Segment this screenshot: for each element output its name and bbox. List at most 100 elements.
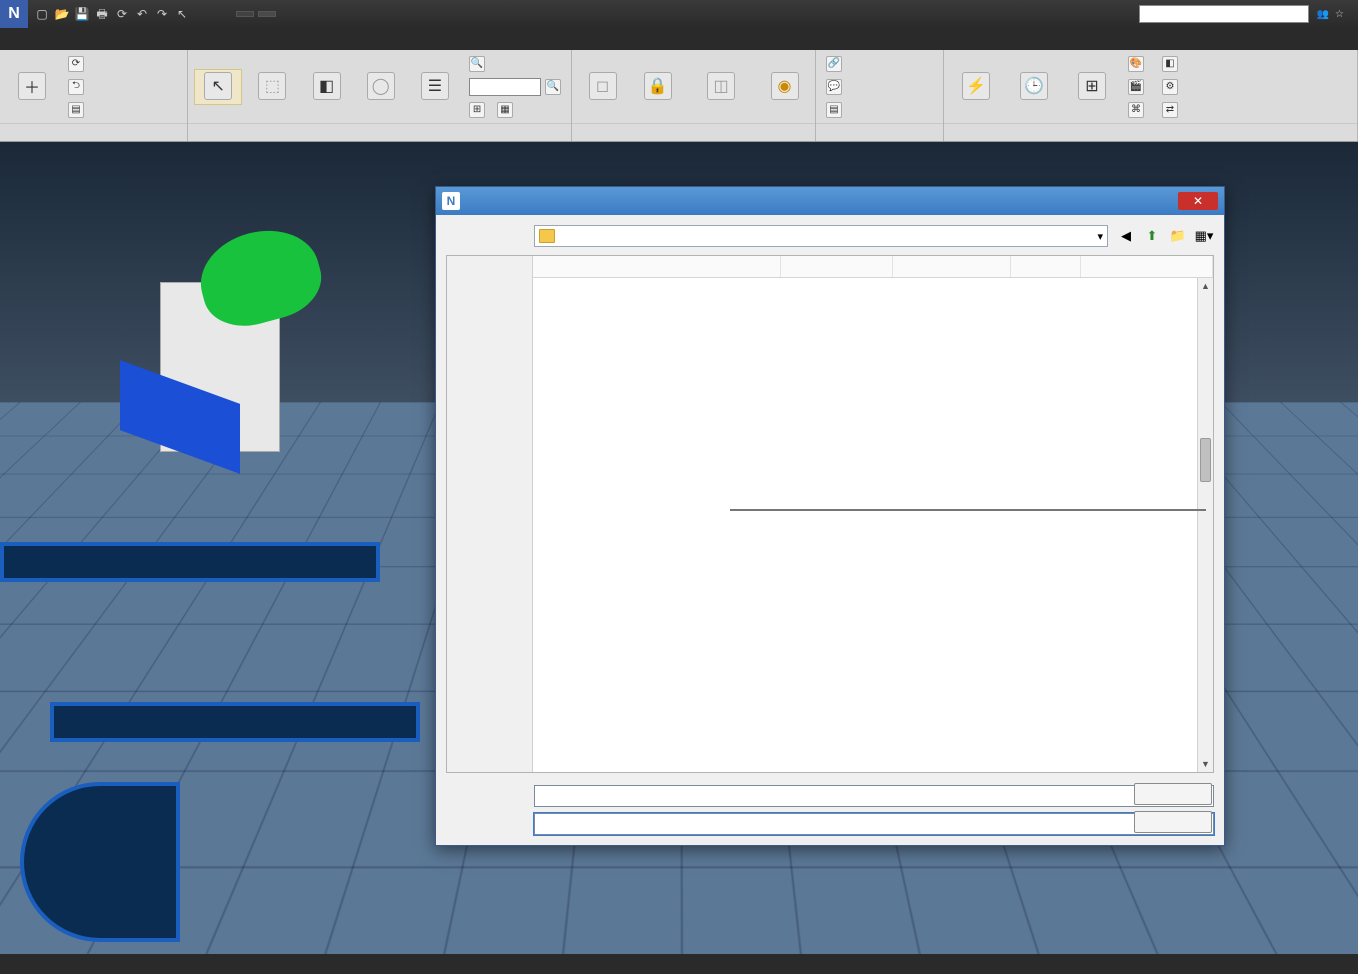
autodesk-rendering-button[interactable]: 🎨 bbox=[1124, 53, 1152, 75]
ribbon: ＋ ⟳ ⮌ ▤ ↖ ⬚ ◧ bbox=[0, 50, 1358, 142]
scroll-thumb[interactable] bbox=[1200, 438, 1211, 482]
lookin-combo[interactable]: ▾ bbox=[534, 225, 1108, 247]
dropdown-scrollbar[interactable] bbox=[1189, 510, 1205, 511]
infocenter-icon[interactable]: 👥 bbox=[1317, 9, 1329, 20]
panel-title-auswaehlen[interactable] bbox=[188, 123, 571, 141]
file-list: ▲ ▼ bbox=[533, 256, 1213, 772]
qat-refresh-icon[interactable]: ⟳ bbox=[114, 6, 130, 22]
col-date[interactable] bbox=[781, 256, 893, 277]
quant-icon: ⊞ bbox=[1078, 72, 1106, 100]
col-size[interactable] bbox=[1011, 256, 1081, 277]
chevron-down-icon[interactable]: ▾ bbox=[1097, 230, 1103, 243]
conveyor-2 bbox=[50, 702, 420, 742]
places-bar bbox=[447, 256, 533, 772]
scroll-up-icon[interactable]: ▲ bbox=[1198, 278, 1213, 294]
file-list-header[interactable] bbox=[533, 256, 1213, 278]
refresh-icon: ⟳ bbox=[68, 56, 84, 72]
schnelleigenschaften-button[interactable]: 💬 bbox=[822, 76, 850, 98]
panel-auswaehlen: ↖ ⬚ ◧ ◯ ☰ 🔍 🔍 ⊞▦ bbox=[188, 50, 572, 141]
filename-combo[interactable]: ▼ bbox=[534, 785, 1214, 807]
alles-auswaehlen-button[interactable]: ◧ bbox=[303, 70, 351, 104]
schnellsuche-input[interactable] bbox=[469, 78, 541, 96]
reset-icon: ⮌ bbox=[68, 79, 84, 95]
group-icon: ⊞ bbox=[469, 102, 485, 118]
verdecken-button: ◻ bbox=[578, 70, 627, 104]
viewmenu-icon[interactable]: ▦▾ bbox=[1194, 226, 1214, 246]
verknuepfungen-button[interactable]: 🔗 bbox=[822, 53, 850, 75]
filter-icon[interactable]: ▦ bbox=[497, 102, 513, 118]
tree-icon: ☰ bbox=[421, 72, 449, 100]
panel-sichtbarkeit: ◻ 🔒 ◫ ◉ bbox=[572, 50, 816, 141]
col-type[interactable] bbox=[893, 256, 1011, 277]
filetype-combo[interactable]: ▼ bbox=[534, 813, 1214, 835]
dateioptionen-button[interactable]: ▤ bbox=[64, 99, 92, 121]
newfolder-icon[interactable]: 📁 bbox=[1168, 226, 1188, 246]
help-search bbox=[1139, 5, 1309, 23]
quick-access-toolbar: ▢ 📂 💾 🖶 ⟳ ↶ ↷ ↖ bbox=[28, 6, 196, 22]
gruppen-button[interactable]: ⊞▦ bbox=[465, 99, 565, 121]
dialog-titlebar[interactable]: N ✕ bbox=[436, 187, 1224, 215]
qat-undo-icon[interactable]: ↶ bbox=[134, 6, 150, 22]
back-icon[interactable]: ◀ bbox=[1116, 226, 1136, 246]
search-go-icon[interactable]: 🔍 bbox=[545, 79, 561, 95]
signin-icon[interactable]: ☆ bbox=[1335, 9, 1344, 20]
app-title-tab[interactable] bbox=[236, 11, 254, 17]
qat-save-icon[interactable]: 💾 bbox=[74, 6, 90, 22]
quantification-button[interactable]: ⊞ bbox=[1066, 70, 1118, 104]
vergleichen-button[interactable]: ⇄ bbox=[1158, 99, 1186, 121]
attach-icon: ＋ bbox=[18, 72, 46, 100]
qat-new-icon[interactable]: ▢ bbox=[34, 6, 50, 22]
timeliner-button[interactable]: 🕒 bbox=[1008, 70, 1060, 104]
quickprops-icon: 💬 bbox=[826, 79, 842, 95]
cancel-button[interactable] bbox=[1134, 811, 1212, 833]
dialog-close-button[interactable]: ✕ bbox=[1178, 192, 1218, 210]
auswaehlen-button[interactable]: ↖ bbox=[194, 69, 242, 105]
dialog-app-icon: N bbox=[442, 192, 460, 210]
conveyor-curve bbox=[20, 782, 180, 942]
auswahlstruktur-button[interactable]: ☰ bbox=[411, 70, 459, 104]
hide-unselected-icon: ◫ bbox=[707, 72, 735, 100]
appearance-button[interactable]: ◧ bbox=[1158, 53, 1186, 75]
document-tab[interactable] bbox=[258, 11, 276, 17]
scroll-down-icon[interactable]: ▼ bbox=[1198, 756, 1213, 772]
clash-detective-button[interactable]: ⚡ bbox=[950, 70, 1002, 104]
batch-icon: ⚙ bbox=[1162, 79, 1178, 95]
eigenschaften-button[interactable]: ▤ bbox=[822, 99, 850, 121]
open-button[interactable] bbox=[1134, 783, 1212, 805]
timeliner-icon: 🕒 bbox=[1020, 72, 1048, 100]
animator-icon: 🎬 bbox=[1128, 79, 1144, 95]
erfordern-button: 🔒 bbox=[633, 70, 682, 104]
open-dialog: N ✕ ▾ ◀ ⬆ 📁 ▦▾ bbox=[435, 186, 1225, 846]
scripter-icon: ⌘ bbox=[1128, 102, 1144, 118]
cursor-icon: ↖ bbox=[204, 72, 232, 100]
col-name[interactable] bbox=[533, 256, 781, 277]
qat-open-icon[interactable]: 📂 bbox=[54, 6, 70, 22]
help-search-input[interactable] bbox=[1139, 5, 1309, 23]
scripter-button[interactable]: ⌘ bbox=[1124, 99, 1152, 121]
qat-select-icon[interactable]: ↖ bbox=[174, 6, 190, 22]
zuruecksetzen-button[interactable]: ⮌ bbox=[64, 76, 92, 98]
file-options-icon: ▤ bbox=[68, 102, 84, 118]
hide-icon: ◻ bbox=[589, 72, 617, 100]
ribbon-tabs bbox=[0, 28, 1358, 50]
clash-icon: ⚡ bbox=[962, 72, 990, 100]
compare-icon: ⇄ bbox=[1162, 102, 1178, 118]
folder-icon bbox=[539, 229, 555, 243]
elemente-suchen-button[interactable]: 🔍 bbox=[465, 53, 565, 75]
robot-model bbox=[160, 282, 280, 452]
props-icon: ▤ bbox=[826, 102, 842, 118]
app-logo[interactable]: N bbox=[0, 0, 28, 28]
panel-title-projekt[interactable] bbox=[0, 123, 187, 141]
aktualisieren-button[interactable]: ⟳ bbox=[64, 53, 92, 75]
alle-einblenden-button[interactable]: ◉ bbox=[760, 70, 809, 104]
file-scrollbar[interactable]: ▲ ▼ bbox=[1197, 278, 1213, 772]
anfuegen-button[interactable]: ＋ bbox=[6, 70, 58, 104]
require-icon: 🔒 bbox=[644, 72, 672, 100]
auswahl-speichern-button: ⬚ bbox=[248, 70, 296, 104]
filetype-dropdown[interactable] bbox=[730, 509, 1206, 511]
batch-utility-button[interactable]: ⚙ bbox=[1158, 76, 1186, 98]
qat-redo-icon[interactable]: ↷ bbox=[154, 6, 170, 22]
qat-print-icon[interactable]: 🖶 bbox=[94, 6, 110, 22]
animator-button[interactable]: 🎬 bbox=[1124, 76, 1152, 98]
up-icon[interactable]: ⬆ bbox=[1142, 226, 1162, 246]
